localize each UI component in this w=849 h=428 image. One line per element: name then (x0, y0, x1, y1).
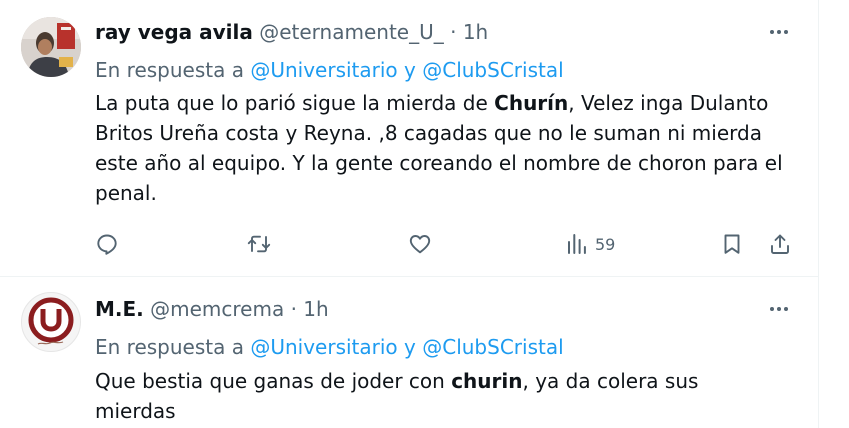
bar-chart-views-icon (568, 234, 586, 254)
tweet-text: Que bestia que ganas de joder con churin… (95, 366, 735, 426)
reply-context: En respuesta a @Universitario y @ClubSCr… (95, 333, 564, 361)
timestamp[interactable]: 1h (463, 20, 488, 44)
avatar[interactable] (21, 17, 81, 77)
tweet-text-highlight: churin (451, 369, 523, 393)
bookmark-button[interactable] (720, 230, 744, 258)
mention-conjunction[interactable]: y (404, 335, 416, 359)
user-name[interactable]: ray vega avila (95, 20, 253, 44)
share-button[interactable] (768, 230, 792, 258)
tweet-actions: 59 (95, 230, 795, 258)
avatar[interactable] (21, 292, 81, 352)
reply-button[interactable] (95, 230, 119, 258)
more-horizontal-icon (769, 307, 790, 311)
retweet-icon (247, 235, 271, 253)
club-u-logo (28, 297, 74, 345)
bookmark-icon (724, 234, 740, 254)
reply-prefix: En respuesta a (95, 335, 244, 359)
tweet-text-highlight: Churín (494, 91, 569, 115)
timestamp[interactable]: 1h (303, 297, 328, 321)
tweet-header: M.E. @memcrema · 1h (95, 295, 329, 323)
mention-conjunction[interactable]: y (404, 58, 416, 82)
tweet-text: La puta que lo parió sigue la mierda de … (95, 88, 795, 208)
separator-dot: · (290, 297, 297, 321)
tweet-text-part: Que bestia que ganas de joder con (95, 369, 452, 393)
tweet-header: ray vega avila @eternamente_U_ · 1h (95, 18, 488, 46)
views-count: 59 (595, 234, 616, 254)
views-button[interactable]: 59 (565, 230, 615, 258)
more-options-button[interactable] (766, 295, 792, 323)
separator-dot: · (450, 20, 457, 44)
user-handle[interactable]: @eternamente_U_ (259, 20, 444, 44)
retweet-button[interactable] (247, 230, 271, 258)
share-upload-icon (771, 234, 789, 254)
mention-clubscristal[interactable]: @ClubSCristal (422, 58, 563, 82)
more-options-button[interactable] (766, 18, 792, 46)
mention-universitario[interactable]: @Universitario (250, 335, 397, 359)
tweet-text-part: La puta que lo parió sigue la mierda de (95, 91, 495, 115)
avatar-photo (21, 17, 81, 77)
mention-universitario[interactable]: @Universitario (250, 58, 397, 82)
like-button[interactable] (408, 230, 432, 258)
more-horizontal-icon (769, 30, 790, 34)
user-name[interactable]: M.E. (95, 297, 144, 321)
user-handle[interactable]: @memcrema (150, 297, 284, 321)
mention-clubscristal[interactable]: @ClubSCristal (422, 335, 563, 359)
heart-icon (409, 235, 431, 254)
reply-bubble-icon (97, 234, 117, 255)
reply-context: En respuesta a @Universitario y @ClubSCr… (95, 56, 564, 84)
timeline-right-border (818, 0, 819, 428)
reply-prefix: En respuesta a (95, 58, 244, 82)
